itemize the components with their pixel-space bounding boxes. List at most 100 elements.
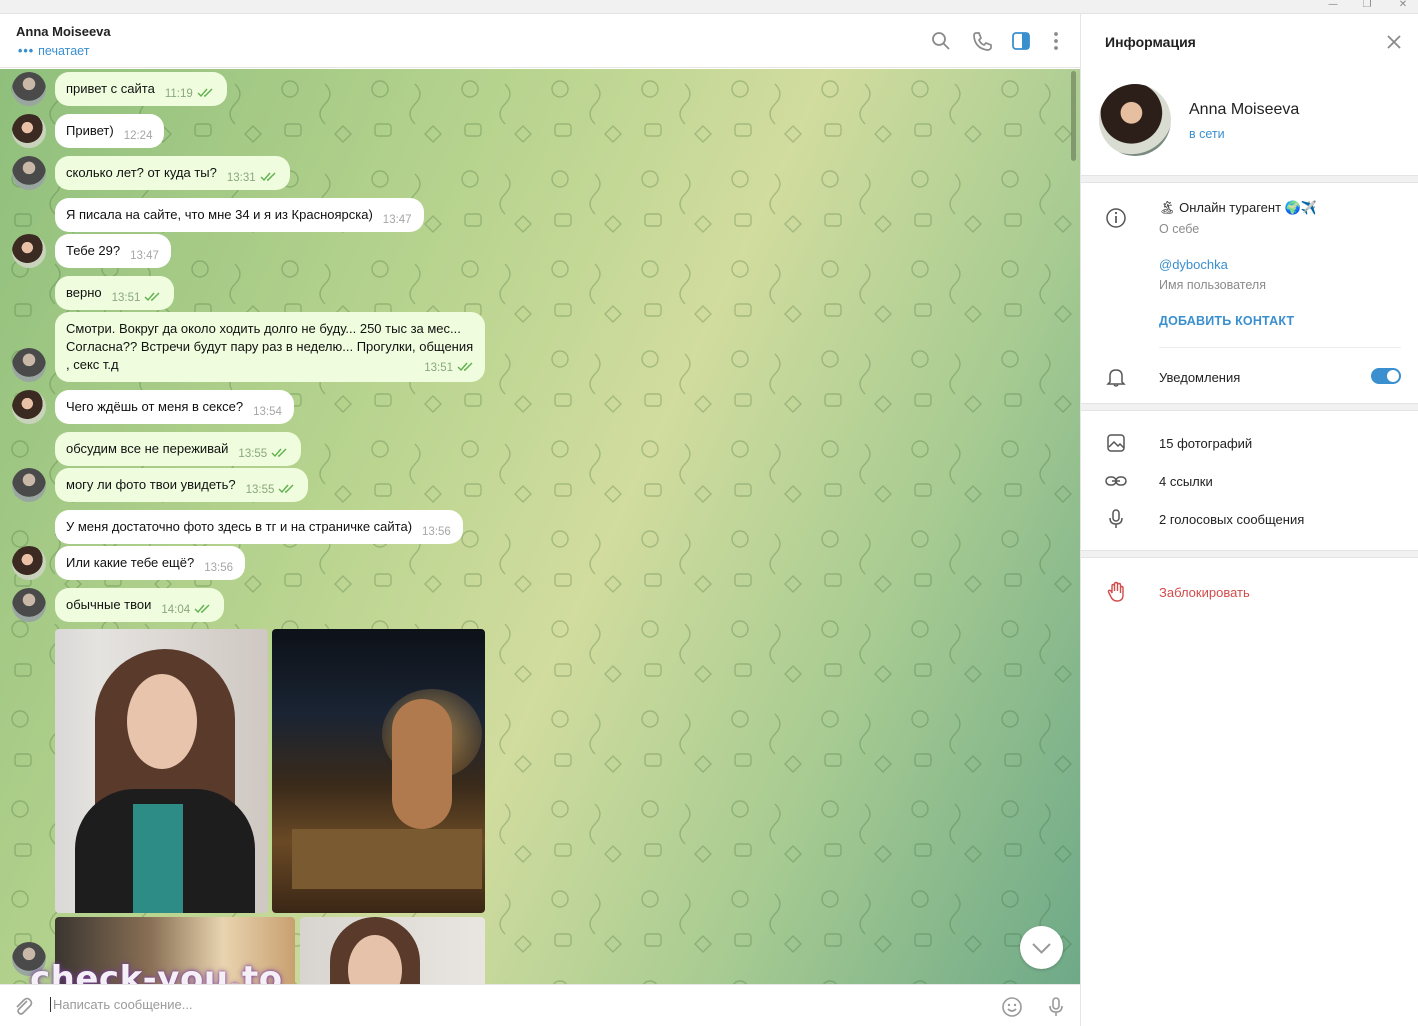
chat-scrollbar[interactable]: [1071, 71, 1076, 161]
close-window-button[interactable]: ✕: [1388, 0, 1418, 14]
message-text: обычные твои: [66, 597, 152, 612]
avatar[interactable]: [12, 588, 46, 622]
message-bubble[interactable]: обычные твои 14:04: [55, 588, 225, 622]
bio-text: 🏝 Онлайн турагент 🌍✈️: [1159, 200, 1317, 216]
message-bubble[interactable]: Чего ждёшь от меня в сексе? 13:54: [55, 390, 294, 424]
photo-thumbnail[interactable]: [300, 917, 485, 984]
message-text: Смотри. Вокруг да около ходить долго не …: [66, 321, 474, 372]
message-input[interactable]: Написать сообщение...: [50, 997, 193, 1012]
emoji-icon[interactable]: [1000, 995, 1024, 1019]
add-contact-button[interactable]: ДОБАВИТЬ КОНТАКТ: [1159, 314, 1294, 328]
avatar[interactable]: [12, 156, 46, 190]
typing-status: ••• печатает: [18, 44, 89, 58]
message-text: могу ли фото твои увидеть?: [66, 477, 236, 492]
watermark-text: check-you.to: [30, 959, 283, 984]
read-ticks-icon: [194, 604, 210, 614]
message-time: 13:51: [111, 292, 141, 304]
microphone-icon: [1109, 509, 1123, 528]
profile-name: Anna Moiseeva: [1189, 101, 1300, 118]
chevron-down-icon: [1032, 943, 1051, 954]
message-bubble[interactable]: Смотри. Вокруг да около ходить долго не …: [55, 312, 485, 382]
message-time: 13:55: [245, 484, 275, 496]
read-ticks-icon: [457, 362, 473, 372]
message-time: 13:54: [253, 406, 282, 418]
message-text: обсудим все не переживай: [66, 441, 229, 456]
message-composer: Написать сообщение...: [0, 984, 1080, 1026]
message-text: Чего ждёшь от меня в сексе?: [66, 399, 244, 414]
row-divider: [1159, 347, 1401, 348]
photos-count[interactable]: 15 фотографий: [1159, 436, 1252, 451]
island-emoji-icon: 🏝: [1159, 201, 1176, 216]
message-bubble[interactable]: привет с сайта 11:19: [55, 72, 227, 106]
phone-icon[interactable]: [971, 30, 993, 52]
close-icon[interactable]: [1384, 32, 1404, 52]
section-separator: [1081, 403, 1418, 411]
scroll-to-bottom-button[interactable]: [1020, 926, 1063, 969]
read-ticks-icon: [144, 292, 160, 302]
message-bubble[interactable]: Тебе 29? 13:47: [55, 234, 171, 268]
window-titlebar: — ❐ ✕: [0, 0, 1418, 14]
photos-icon: [1107, 434, 1125, 452]
message-time: 14:04: [161, 604, 191, 616]
message-bubble[interactable]: верно 13:51: [55, 276, 175, 310]
bell-icon: [1106, 369, 1126, 387]
links-count[interactable]: 4 ссылки: [1159, 474, 1213, 489]
message-bubble[interactable]: сколько лет? от куда ты? 13:31: [55, 156, 290, 190]
message-bubble[interactable]: У меня достаточно фото здесь в тг и на с…: [55, 510, 463, 544]
attach-icon[interactable]: [12, 995, 34, 1017]
chat-messages-area[interactable]: привет с сайта 11:19 Привет) 12:24 сколько…: [0, 69, 1080, 984]
message-bubble[interactable]: Я писала на сайте, что мне 34 и я из Кра…: [55, 198, 424, 232]
avatar[interactable]: [12, 234, 46, 268]
read-ticks-icon: [197, 88, 213, 98]
message-text: Тебе 29?: [66, 243, 121, 258]
profile-avatar[interactable]: [1099, 84, 1171, 156]
notifications-toggle[interactable]: [1371, 368, 1401, 384]
notifications-label: Уведомления: [1159, 370, 1241, 385]
avatar[interactable]: [12, 468, 46, 502]
message-bubble[interactable]: обсудим все не переживай 13:55: [55, 432, 302, 466]
read-ticks-icon: [260, 172, 276, 182]
voice-messages-count[interactable]: 2 голосовых сообщения: [1159, 512, 1304, 527]
username-caption: Имя пользователя: [1159, 278, 1266, 292]
read-ticks-icon: [271, 448, 287, 458]
photo-thumbnail[interactable]: [272, 629, 485, 913]
profile-status: в сети: [1189, 127, 1225, 141]
username-link[interactable]: @dybochka: [1159, 257, 1228, 272]
globe-plane-emoji-icon: 🌍✈️: [1284, 201, 1318, 216]
message-time: 12:24: [123, 130, 153, 142]
avatar[interactable]: [12, 546, 46, 580]
bio-label-text: Онлайн турагент: [1179, 200, 1282, 215]
avatar[interactable]: [12, 348, 46, 382]
message-text: сколько лет? от куда ты?: [66, 165, 217, 180]
message-time: 13:56: [204, 562, 233, 574]
message-text: верно: [66, 285, 102, 300]
chat-title[interactable]: Anna Moiseeva: [16, 24, 111, 39]
microphone-icon[interactable]: [1044, 995, 1068, 1019]
link-icon: [1105, 476, 1127, 486]
info-panel: Информация Anna Moiseeva в сети 🏝 Онлайн…: [1080, 14, 1418, 1026]
sidebar-toggle-icon[interactable]: [1010, 30, 1032, 52]
search-icon[interactable]: [930, 30, 952, 52]
block-user-button[interactable]: Заблокировать: [1159, 585, 1250, 600]
more-menu-icon[interactable]: [1045, 30, 1067, 52]
message-time: 13:47: [130, 250, 159, 262]
panel-title: Информация: [1105, 34, 1196, 50]
read-ticks-icon: [278, 484, 294, 494]
message-time: 13:56: [422, 526, 451, 538]
typing-status-label: печатает: [38, 44, 90, 58]
bio-caption: О себе: [1159, 222, 1200, 236]
avatar[interactable]: [12, 390, 46, 424]
message-bubble[interactable]: Или какие тебе ещё? 13:56: [55, 546, 245, 580]
avatar[interactable]: [12, 114, 46, 148]
hand-block-icon: [1107, 581, 1124, 602]
restore-button[interactable]: ❐: [1352, 0, 1382, 14]
avatar[interactable]: [12, 72, 46, 106]
message-bubble[interactable]: могу ли фото твои увидеть? 13:55: [55, 468, 309, 502]
info-icon: [1106, 208, 1126, 228]
photo-thumbnail[interactable]: [55, 629, 268, 913]
minimize-button[interactable]: —: [1318, 0, 1348, 14]
message-time: 13:55: [238, 448, 268, 460]
message-bubble[interactable]: Привет) 12:24: [55, 114, 165, 148]
section-separator: [1081, 550, 1418, 558]
message-text: Я писала на сайте, что мне 34 и я из Кра…: [66, 207, 373, 222]
